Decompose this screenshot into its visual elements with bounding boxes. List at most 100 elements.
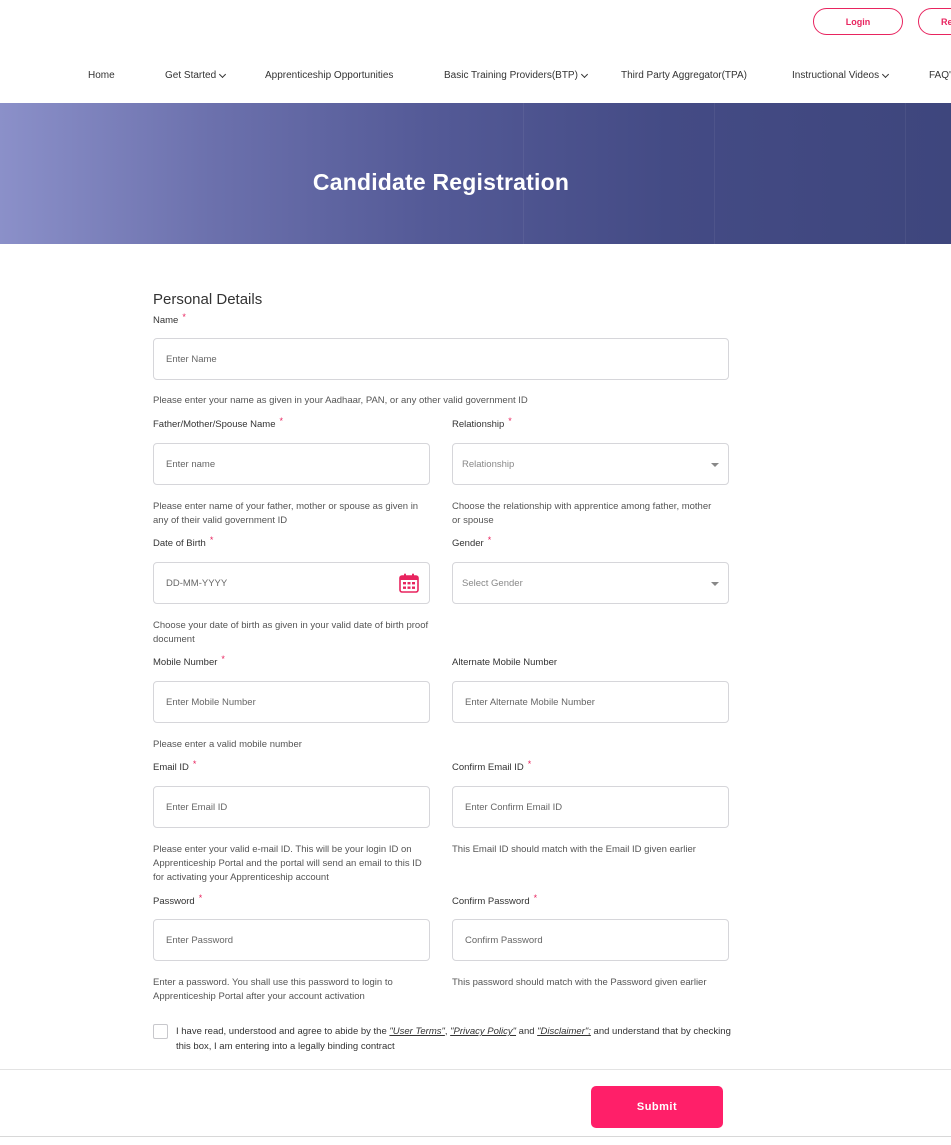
mobile-input[interactable]: Enter Mobile Number: [153, 681, 430, 723]
confirm-password-input[interactable]: Confirm Password: [452, 919, 729, 961]
footer-divider: [0, 1069, 951, 1070]
password-placeholder: Enter Password: [166, 934, 234, 946]
required-mark: *: [192, 759, 197, 769]
consent-text: I have read, understood and agree to abi…: [176, 1024, 736, 1054]
email-placeholder: Enter Email ID: [166, 801, 228, 813]
page-title: Candidate Registration: [312, 169, 570, 195]
password-help: Enter a password. You shall use this pas…: [153, 977, 393, 1002]
relationship-label-text: Relationship: [452, 419, 505, 430]
confirm-password-placeholder: Confirm Password: [465, 934, 543, 946]
mobile-placeholder: Enter Mobile Number: [166, 696, 256, 708]
name-label: Name *: [153, 312, 186, 326]
required-mark: *: [533, 893, 538, 903]
nav-item-apprenticeship-opportunities[interactable]: Apprenticeship Opportunities: [265, 70, 393, 81]
consent-checkbox[interactable]: [153, 1024, 168, 1039]
name-help: Please enter your name as given in your …: [153, 395, 528, 406]
login-button[interactable]: Login: [813, 8, 903, 35]
guardian-help: Please enter name of your father, mother…: [153, 501, 419, 526]
chevron-down-icon: [580, 70, 588, 78]
name-label-text: Name: [153, 315, 179, 326]
email-input[interactable]: Enter Email ID: [153, 786, 430, 828]
required-mark: *: [508, 416, 512, 426]
nav-item-btp[interactable]: Basic Training Providers(BTP): [444, 70, 588, 81]
guardian-label-text: Father/Mother/Spouse Name: [153, 419, 276, 430]
email-label-text: Email ID: [153, 762, 189, 773]
guardian-label: Father/Mother/Spouse Name *: [153, 416, 284, 430]
alt-mobile-input[interactable]: Enter Alternate Mobile Number: [452, 681, 729, 723]
nav-item-label: Get Started: [165, 70, 217, 81]
password-input[interactable]: Enter Password: [153, 919, 430, 961]
dob-label: Date of Birth *: [153, 535, 214, 549]
caret-down-icon: [711, 582, 719, 586]
confirm-email-label: Confirm Email ID *: [452, 759, 532, 773]
confirm-password-help: This password should match with the Pass…: [452, 977, 707, 988]
caret-down-icon: [711, 463, 719, 467]
relationship-value: Relationship: [462, 458, 515, 470]
main-nav: Home Get Started Apprenticeship Opportun…: [0, 70, 951, 92]
nav-item-faqs[interactable]: FAQ's: [929, 70, 951, 81]
dob-placeholder: DD-MM-YYYY: [166, 577, 228, 589]
confirm-email-input[interactable]: Enter Confirm Email ID: [452, 786, 729, 828]
consent-prefix: I have read, understood and agree to abi…: [176, 1026, 390, 1037]
alt-mobile-placeholder: Enter Alternate Mobile Number: [465, 696, 595, 708]
alt-mobile-label: Alternate Mobile Number: [452, 657, 557, 668]
nav-item-label: FAQ's: [929, 70, 951, 81]
privacy-policy-link[interactable]: "Privacy Policy": [450, 1026, 516, 1037]
relationship-label: Relationship *: [452, 416, 512, 430]
nav-item-label: Home: [88, 70, 115, 81]
gender-label: Gender *: [452, 535, 492, 549]
alt-mobile-label-text: Alternate Mobile Number: [452, 657, 558, 668]
page-banner: Candidate Registration: [0, 103, 951, 244]
email-help: Please enter your valid e-mail ID. This …: [153, 844, 422, 883]
name-placeholder: Enter Name: [166, 353, 217, 365]
gender-value: Select Gender: [462, 577, 523, 589]
register-button[interactable]: Re: [918, 8, 951, 35]
required-mark: *: [182, 312, 186, 322]
nav-item-label: Instructional Videos: [792, 70, 880, 81]
nav-item-label: Apprenticeship Opportunities: [265, 70, 394, 81]
nav-item-home[interactable]: Home: [88, 70, 115, 81]
email-label: Email ID *: [153, 759, 197, 773]
nav-item-tpa[interactable]: Third Party Aggregator(TPA): [621, 70, 747, 81]
top-bar: Login Re: [0, 0, 951, 45]
mobile-label: Mobile Number *: [153, 654, 225, 668]
name-input[interactable]: Enter Name: [153, 338, 729, 380]
confirm-password-label-text: Confirm Password: [452, 896, 530, 907]
mobile-label-text: Mobile Number: [153, 657, 218, 668]
dob-input[interactable]: DD-MM-YYYY: [153, 562, 430, 604]
confirm-password-label: Confirm Password *: [452, 893, 538, 907]
dob-label-text: Date of Birth: [153, 538, 206, 549]
bottom-divider: [0, 1136, 951, 1137]
guardian-name-input[interactable]: Enter name: [153, 443, 430, 485]
dob-help: Choose your date of birth as given in yo…: [153, 620, 429, 645]
user-terms-link[interactable]: "User Terms": [389, 1026, 444, 1037]
gender-label-text: Gender: [452, 538, 484, 549]
required-mark: *: [221, 654, 225, 664]
required-mark: *: [209, 535, 214, 545]
section-title: Personal Details: [153, 291, 263, 308]
confirm-email-placeholder: Enter Confirm Email ID: [465, 801, 563, 813]
calendar-icon[interactable]: [398, 572, 420, 594]
nav-item-label: Basic Training Providers(BTP): [444, 70, 578, 81]
required-mark: *: [487, 535, 492, 545]
banner-divider: [905, 103, 906, 244]
nav-item-get-started[interactable]: Get Started: [165, 70, 227, 81]
confirm-email-help: This Email ID should match with the Emai…: [452, 844, 696, 855]
gender-select[interactable]: Select Gender: [452, 562, 729, 604]
confirm-email-label-text: Confirm Email ID: [452, 762, 524, 773]
nav-item-instructional-videos[interactable]: Instructional Videos: [792, 70, 890, 81]
chevron-down-icon: [219, 70, 227, 78]
consent-sep: and: [516, 1026, 538, 1037]
password-label: Password *: [153, 893, 203, 907]
required-mark: *: [279, 416, 284, 426]
relationship-select[interactable]: Relationship: [452, 443, 729, 485]
password-label-text: Password: [153, 896, 195, 907]
chevron-down-icon: [882, 70, 890, 78]
required-mark: *: [527, 759, 532, 769]
guardian-name-placeholder: Enter name: [166, 458, 216, 470]
submit-button[interactable]: Submit: [591, 1086, 723, 1128]
disclaimer-link[interactable]: "Disclaimer";: [537, 1026, 591, 1037]
required-mark: *: [198, 893, 203, 903]
mobile-help: Please enter a valid mobile number: [153, 739, 302, 750]
relationship-help: Choose the relationship with apprentice …: [452, 501, 712, 526]
